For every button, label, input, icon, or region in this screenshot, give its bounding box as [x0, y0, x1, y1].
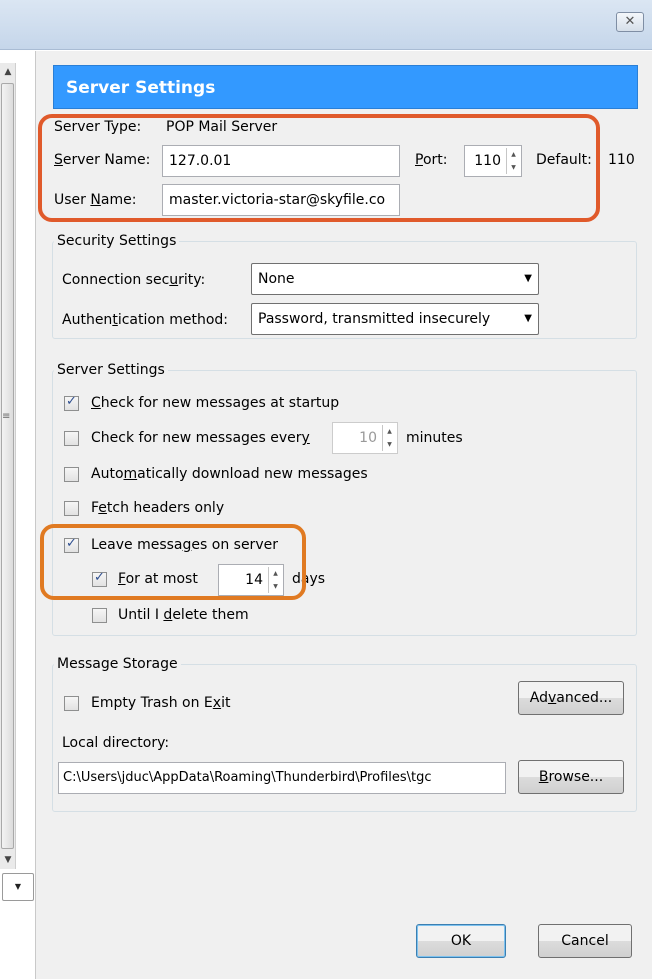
for-at-most-label[interactable]: For at most	[118, 571, 198, 587]
security-settings-label: Security Settings	[54, 233, 180, 249]
server-name-label: Server Name:	[54, 152, 151, 168]
stepper-arrows-icon[interactable]: ▲ ▼	[268, 567, 282, 593]
scrollbar-thumb[interactable]	[1, 83, 14, 849]
connection-security-label: Connection security:	[62, 272, 206, 288]
leave-on-server-label[interactable]: Leave messages on server	[91, 537, 278, 553]
server-settings-label: Server Settings	[54, 362, 168, 378]
advanced-button[interactable]: Advanced...	[518, 681, 624, 715]
grip-icon: ≡	[2, 411, 11, 422]
auto-download-checkbox[interactable]	[64, 467, 79, 482]
check-interval-stepper[interactable]: 10 ▲ ▼	[332, 422, 398, 454]
check-every-checkbox[interactable]	[64, 431, 79, 446]
browse-button[interactable]: Browse...	[518, 760, 624, 794]
days-label: days	[292, 571, 326, 587]
empty-trash-checkbox[interactable]	[64, 696, 79, 711]
server-type-label: Server Type:	[54, 119, 142, 135]
default-port-value: 110	[608, 152, 635, 168]
default-port-label: Default:	[536, 152, 592, 168]
days-stepper[interactable]: 14 ▲ ▼	[218, 564, 284, 596]
until-delete-checkbox[interactable]	[92, 608, 107, 623]
fetch-headers-label[interactable]: Fetch headers only	[91, 500, 224, 516]
chevron-down-icon: ▼	[524, 273, 532, 284]
leave-on-server-checkbox[interactable]	[64, 536, 79, 553]
check-startup-label[interactable]: Check for new messages at startup	[91, 395, 339, 411]
server-name-input[interactable]: 127.0.01	[162, 145, 400, 177]
local-directory-input[interactable]: C:\Users\jduc\AppData\Roaming\Thunderbir…	[58, 762, 506, 794]
minutes-label: minutes	[406, 430, 463, 446]
server-type-value: POP Mail Server	[166, 119, 278, 135]
auth-method-label: Authentication method:	[62, 312, 229, 328]
user-name-input[interactable]: master.victoria-star@skyfile.co	[162, 184, 400, 216]
stepper-arrows-icon[interactable]: ▲ ▼	[506, 148, 520, 174]
auto-download-label[interactable]: Automatically download new messages	[91, 466, 368, 482]
check-every-label[interactable]: Check for new messages every	[91, 430, 310, 446]
cancel-button[interactable]: Cancel	[538, 924, 632, 958]
vertical-scrollbar[interactable]: ▲ ≡ ▼	[0, 63, 16, 869]
account-actions-dropdown[interactable]: ▼	[2, 873, 34, 901]
stepper-arrows-icon[interactable]: ▲ ▼	[382, 425, 396, 451]
message-storage-label: Message Storage	[54, 656, 181, 672]
port-label: Port:	[415, 152, 448, 168]
connection-security-select[interactable]: None ▼	[251, 263, 539, 295]
user-name-label: User Name:	[54, 192, 137, 208]
auth-method-select[interactable]: Password, transmitted insecurely ▼	[251, 303, 539, 335]
arrow-down-icon[interactable]: ▼	[0, 851, 16, 869]
chevron-down-icon: ▼	[524, 313, 532, 324]
port-stepper[interactable]: 110 ▲ ▼	[464, 145, 522, 177]
title-bar: ✕	[0, 0, 652, 50]
ok-button[interactable]: OK	[416, 924, 506, 958]
arrow-up-icon[interactable]: ▲	[0, 63, 16, 81]
local-directory-label: Local directory:	[62, 735, 170, 751]
close-icon[interactable]: ✕	[616, 12, 644, 32]
fetch-headers-checkbox[interactable]	[64, 501, 79, 516]
empty-trash-label[interactable]: Empty Trash on Exit	[91, 695, 230, 711]
for-at-most-checkbox[interactable]	[92, 570, 107, 587]
until-delete-label[interactable]: Until I delete them	[118, 607, 249, 623]
check-startup-checkbox[interactable]	[64, 394, 79, 411]
page-title: Server Settings	[53, 65, 638, 109]
